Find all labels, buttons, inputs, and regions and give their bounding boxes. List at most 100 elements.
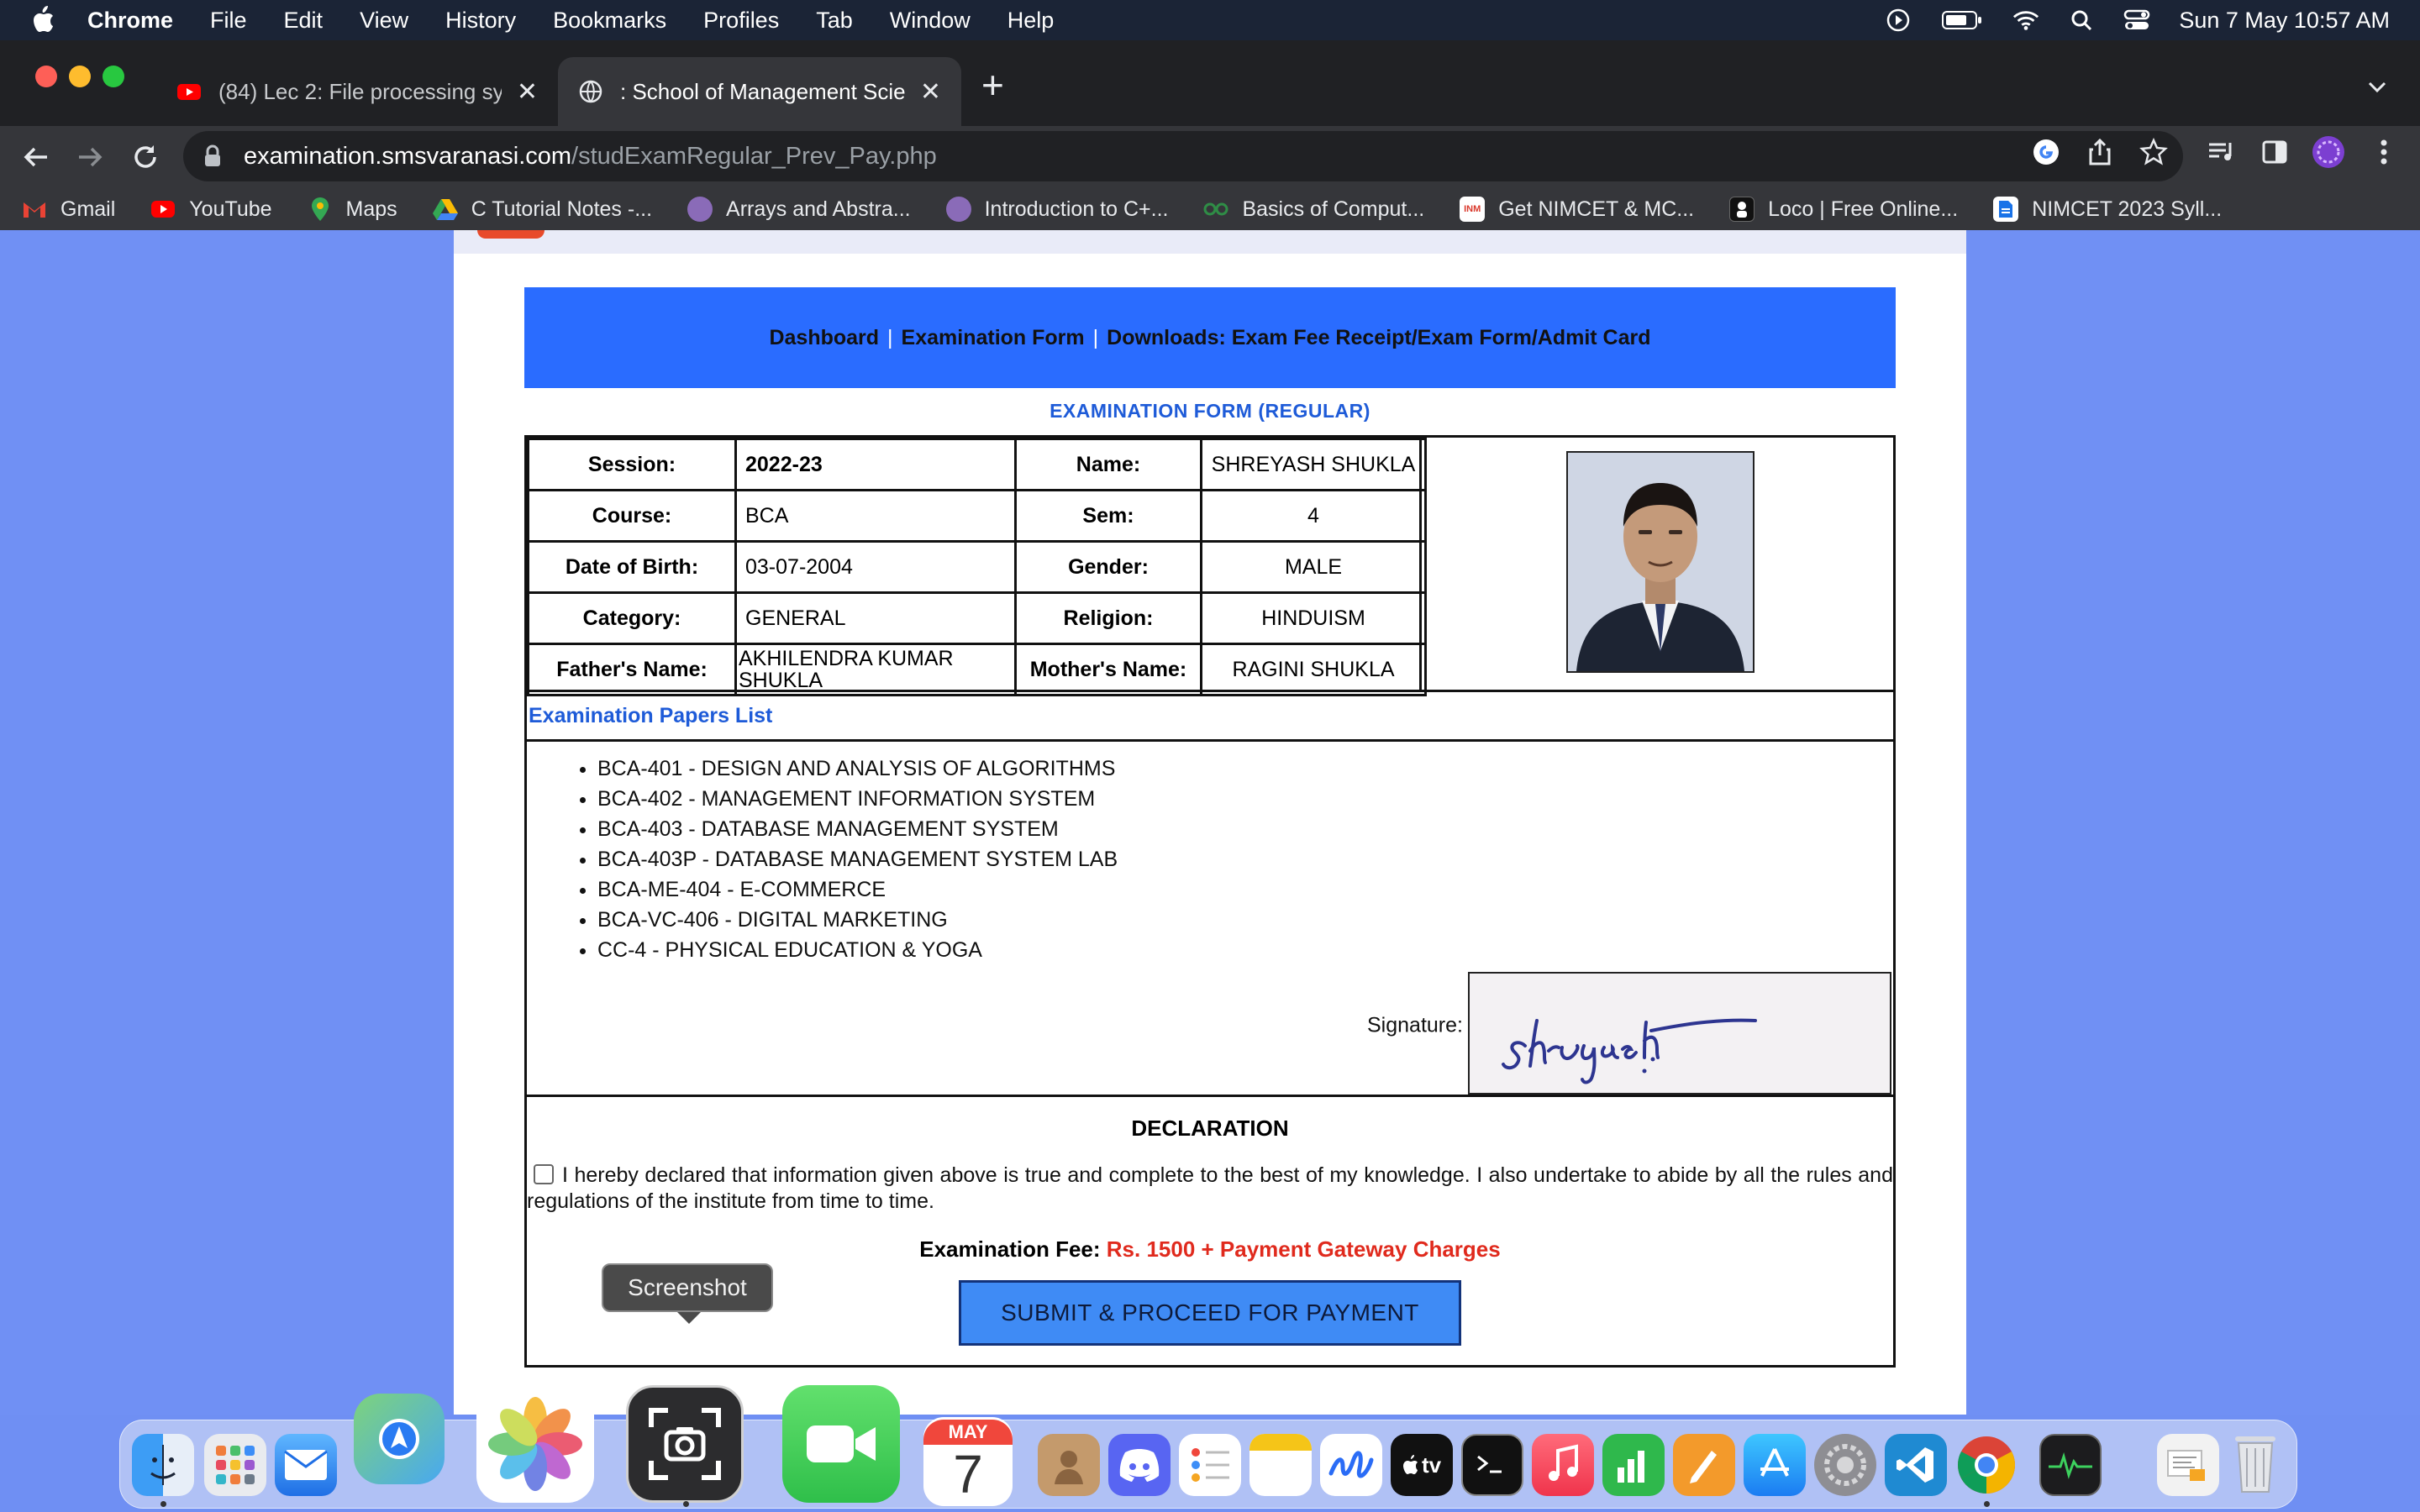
menubar-datetime[interactable]: Sun 7 May 10:57 AM (2179, 8, 2390, 34)
lock-icon[interactable] (203, 144, 225, 169)
table-row: Category: GENERAL Religion: HINDUISM (527, 591, 1427, 645)
notes-icon[interactable] (1249, 1434, 1312, 1496)
pages-icon[interactable] (1673, 1434, 1735, 1496)
screenshot-app-icon[interactable] (626, 1385, 744, 1503)
signature-image (1468, 972, 1891, 1095)
numbers-icon[interactable] (1602, 1434, 1665, 1496)
document-stack-icon[interactable] (2157, 1434, 2219, 1496)
app-store-icon[interactable] (1744, 1434, 1806, 1496)
launchpad-icon[interactable] (204, 1434, 266, 1496)
menu-bookmarks[interactable]: Bookmarks (553, 8, 666, 34)
zoom-window-button[interactable] (103, 66, 124, 87)
declaration-text: I hereby declared that information given… (527, 1163, 1893, 1213)
running-indicator (160, 1501, 166, 1507)
submit-payment-button[interactable]: SUBMIT & PROCEED FOR PAYMENT (959, 1280, 1461, 1346)
menu-edit[interactable]: Edit (284, 8, 324, 34)
minimize-window-button[interactable] (69, 66, 91, 87)
new-tab-button[interactable]: + (981, 66, 1004, 104)
nav-downloads-link[interactable]: Downloads: Exam Fee Receipt/Exam Form/Ad… (1107, 326, 1650, 350)
declaration-section: DECLARATION I hereby declared that infor… (527, 1095, 1893, 1365)
menu-help[interactable]: Help (1007, 8, 1055, 34)
freeform-icon[interactable] (1320, 1434, 1382, 1496)
bookmark-star-icon[interactable] (2134, 133, 2173, 171)
gmail-icon (22, 197, 47, 222)
trash-icon[interactable] (2228, 1427, 2283, 1496)
bookmark-basics-computer[interactable]: Basics of Comput... (1203, 197, 1424, 222)
media-queue-icon[interactable] (2202, 133, 2240, 171)
gender-value: MALE (1200, 540, 1427, 594)
bookmark-loco[interactable]: Loco | Free Online... (1729, 197, 1958, 222)
finder-icon[interactable] (132, 1434, 194, 1496)
declaration-statement: I hereby declared that information given… (527, 1163, 1893, 1215)
facetime-icon[interactable] (782, 1385, 900, 1503)
spotlight-search-icon[interactable] (2068, 7, 2095, 34)
activity-monitor-icon[interactable] (2039, 1434, 2102, 1496)
close-tab-icon[interactable]: ✕ (517, 77, 538, 107)
bookmark-intro-cpp[interactable]: Introduction to C+... (945, 197, 1168, 222)
bookmarks-bar: Gmail YouTube Maps C Tutorial Notes -...… (0, 188, 2420, 230)
close-tab-icon[interactable]: ✕ (920, 77, 941, 107)
papers-list: BCA-401 - DESIGN AND ANALYSIS OF ALGORIT… (577, 753, 1118, 965)
discord-icon[interactable] (1108, 1434, 1171, 1496)
media-play-icon[interactable] (1885, 7, 1912, 34)
avatar-icon (687, 197, 713, 222)
google-lens-icon[interactable] (2027, 133, 2065, 171)
apple-tv-icon[interactable]: tv (1391, 1434, 1453, 1496)
side-panel-icon[interactable] (2255, 133, 2294, 171)
menu-view[interactable]: View (360, 8, 408, 34)
maps-icon[interactable] (354, 1394, 445, 1484)
menu-profiles[interactable]: Profiles (703, 8, 779, 34)
close-window-button[interactable] (35, 66, 57, 87)
address-bar[interactable]: examination.smsvaranasi.com/studExamRegu… (183, 131, 2183, 181)
religion-label: Religion: (1014, 591, 1202, 645)
kebab-menu-icon[interactable] (2365, 133, 2403, 171)
vscode-icon[interactable] (1885, 1434, 1947, 1496)
control-center-icon[interactable] (2123, 7, 2150, 34)
nav-dashboard-link[interactable]: Dashboard (769, 326, 879, 350)
terminal-icon[interactable] (1461, 1434, 1523, 1496)
bookmark-c-tutorial[interactable]: C Tutorial Notes -... (432, 197, 652, 222)
back-arrow-icon[interactable] (15, 136, 57, 178)
contacts-icon[interactable] (1038, 1434, 1100, 1496)
inmath-icon: INM (1460, 197, 1486, 222)
chrome-icon[interactable] (1955, 1434, 2018, 1496)
bookmark-maps[interactable]: Maps (308, 197, 397, 222)
tab-exam-portal[interactable]: : School of Management Scienc ✕ (558, 57, 961, 126)
gender-label: Gender: (1014, 540, 1202, 594)
reload-icon[interactable] (124, 136, 166, 178)
bookmark-nimcet-mca[interactable]: INM Get NIMCET & MC... (1460, 197, 1694, 222)
exam-form-container: Session: 2022-23 Name: SHREYASH SHUKLA C… (524, 435, 1896, 1368)
menu-window[interactable]: Window (890, 8, 971, 34)
wifi-icon[interactable] (2012, 7, 2039, 34)
list-item: BCA-VC-406 - DIGITAL MARKETING (597, 905, 1118, 935)
list-item: BCA-402 - MANAGEMENT INFORMATION SYSTEM (597, 784, 1118, 814)
declaration-checkbox[interactable] (534, 1164, 554, 1184)
reminders-icon[interactable] (1179, 1434, 1241, 1496)
form-title: EXAMINATION FORM (REGULAR) (1050, 400, 1370, 422)
profile-avatar-icon[interactable] (2309, 133, 2348, 171)
forward-arrow-icon[interactable] (69, 136, 111, 178)
bookmark-nimcet-syllabus[interactable]: NIMCET 2023 Syll... (1993, 197, 2222, 222)
nav-separator: | (887, 325, 893, 349)
share-icon[interactable] (2081, 133, 2119, 171)
course-label: Course: (527, 489, 737, 543)
system-settings-icon[interactable] (1814, 1434, 1876, 1496)
menu-chrome[interactable]: Chrome (87, 8, 173, 34)
photos-icon[interactable] (476, 1385, 594, 1503)
tab-youtube-lecture[interactable]: (84) Lec 2: File processing sys ✕ (156, 57, 558, 126)
menu-history[interactable]: History (445, 8, 516, 34)
battery-icon[interactable] (1940, 7, 1984, 34)
music-icon[interactable] (1532, 1434, 1594, 1496)
calendar-icon[interactable]: MAY 7 (923, 1417, 1013, 1506)
page-container: Dashboard | Examination Form | Downloads… (454, 230, 1966, 1415)
bookmark-youtube[interactable]: YouTube (150, 197, 272, 222)
nav-exam-form-link[interactable]: Examination Form (902, 326, 1085, 350)
tab-search-chevron-icon[interactable] (2365, 74, 2390, 99)
menu-file[interactable]: File (210, 8, 247, 34)
mail-icon[interactable] (275, 1434, 337, 1496)
bookmark-gmail[interactable]: Gmail (22, 197, 115, 222)
page-viewport[interactable]: Dashboard | Examination Form | Downloads… (0, 230, 2420, 1415)
bookmark-arrays[interactable]: Arrays and Abstra... (687, 197, 911, 222)
apple-menu-icon[interactable] (30, 5, 60, 35)
menu-tab[interactable]: Tab (816, 8, 853, 34)
